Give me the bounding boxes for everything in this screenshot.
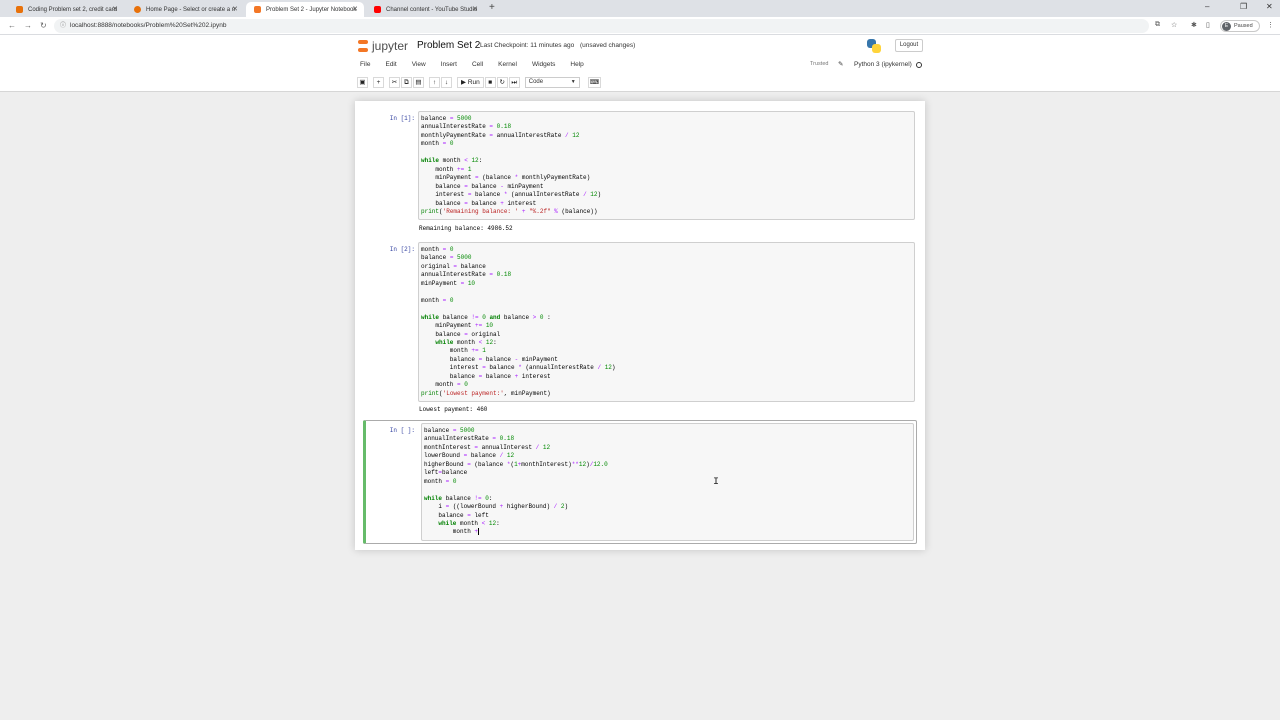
close-icon[interactable]: ✕ <box>472 5 478 13</box>
cell-type-value: Code <box>528 78 544 85</box>
cell-type-select[interactable]: Code ▼ <box>524 76 580 88</box>
side-panel-icon[interactable]: ▯ <box>1206 21 1210 29</box>
keyboard-icon[interactable]: ⌨ <box>587 76 602 88</box>
tab-title: Channel content - YouTube Studio <box>386 6 478 13</box>
menu-insert[interactable]: Insert <box>441 59 457 71</box>
code-cell-selected[interactable]: In [ ]: balance = 5000 annualInterestRat… <box>363 420 917 544</box>
logo-text: jupyter <box>372 39 409 53</box>
menu-kernel[interactable]: Kernel <box>498 59 517 71</box>
info-icon[interactable]: ⓘ <box>60 19 66 33</box>
cell-input[interactable]: month = 0 balance = 5000 original = bala… <box>418 242 915 402</box>
cell-prompt: In [2]: <box>389 246 415 253</box>
cell-prompt: In [ ]: <box>389 427 415 434</box>
notebook-container: In [1]: balance = 5000 annualInterestRat… <box>355 101 925 550</box>
code-cell[interactable]: In [1]: balance = 5000 annualInterestRat… <box>363 111 917 232</box>
reload-icon[interactable]: ↻ <box>40 21 47 30</box>
edit-mode-pencil-icon: ✎ <box>838 61 844 68</box>
chevron-down-icon: ▼ <box>570 78 576 85</box>
move-down-icon[interactable]: ↓ <box>441 76 452 88</box>
tab-title: Problem Set 2 - Jupyter Notebook <box>266 6 357 13</box>
run-icon: ▶ <box>461 78 466 86</box>
notebook-title[interactable]: Problem Set 2 <box>417 40 480 51</box>
extensions-icon[interactable]: ✱ <box>1191 21 1197 29</box>
run-label: Run <box>467 78 480 86</box>
restart-run-all-icon[interactable]: ⏭ <box>508 76 520 88</box>
new-tab-button[interactable]: + <box>489 2 495 13</box>
profile-status: Paused <box>1234 23 1253 29</box>
browser-tab[interactable]: Coding Problem set 2, credit card ✕ <box>8 2 124 17</box>
url-text: localhost:8888/notebooks/Problem%20Set%2… <box>70 22 227 29</box>
cell-code[interactable]: balance = 5000 annualInterestRate = 0.18… <box>424 427 911 537</box>
mouse-ibeam-cursor-icon: I <box>713 477 720 488</box>
close-icon[interactable]: ✕ <box>112 5 118 13</box>
close-icon[interactable]: ✕ <box>232 5 238 13</box>
close-icon[interactable]: ✕ <box>352 5 358 13</box>
cell-input[interactable]: balance = 5000 annualInterestRate = 0.18… <box>418 111 915 220</box>
maximize-icon[interactable]: ❐ <box>1240 2 1247 11</box>
jupyter-logo-icon <box>357 39 369 53</box>
insert-cell-icon[interactable]: + <box>373 76 384 88</box>
kernel-idle-indicator-icon <box>916 62 922 68</box>
browser-tab[interactable]: Home Page - Select or create a n ✕ <box>126 2 244 17</box>
text-cursor <box>478 528 480 536</box>
trusted-indicator[interactable]: Trusted <box>810 61 828 67</box>
profile-button[interactable]: E Paused <box>1220 20 1260 32</box>
menu-help[interactable]: Help <box>570 59 583 71</box>
cell-prompt: In [1]: <box>389 115 415 122</box>
cell-input[interactable]: balance = 5000 annualInterestRate = 0.18… <box>421 423 914 541</box>
browser-menu-icon[interactable]: ⋮ <box>1267 21 1274 29</box>
cell-output: Lowest payment: 460 <box>419 406 488 413</box>
tab-favicon-icon <box>254 6 261 13</box>
copy-icon[interactable]: ⧉ <box>401 76 412 88</box>
code-cell[interactable]: In [2]: month = 0 balance = 5000 origina… <box>363 242 917 414</box>
cut-icon[interactable]: ✂ <box>389 76 400 88</box>
browser-tab-bar: Coding Problem set 2, credit card ✕ Home… <box>0 0 1280 17</box>
avatar: E <box>1222 22 1231 31</box>
browser-tab-active[interactable]: Problem Set 2 - Jupyter Notebook ✕ <box>246 2 364 17</box>
jupyter-logo[interactable]: jupyter <box>357 39 408 53</box>
forward-icon[interactable]: → <box>24 21 32 30</box>
tab-favicon-icon <box>374 6 381 13</box>
bookmark-star-icon[interactable]: ☆ <box>1171 21 1177 29</box>
paste-icon[interactable]: ▤ <box>413 76 424 88</box>
run-button[interactable]: ▶ Run <box>457 76 484 88</box>
checkpoint-status: Last Checkpoint: 11 minutes ago <box>480 42 575 49</box>
restart-icon[interactable]: ↻ <box>496 76 508 88</box>
tab-favicon-icon <box>16 6 23 13</box>
address-bar-row: ← → ↻ ⓘ localhost:8888/notebooks/Problem… <box>0 17 1280 35</box>
unsaved-status: (unsaved changes) <box>580 42 636 49</box>
tab-title: Coding Problem set 2, credit card <box>28 6 118 13</box>
menu-widgets[interactable]: Widgets <box>532 59 555 71</box>
notebook-toolbar: ▣ + ✂ ⧉ ▤ ↑ ↓ ▶ Run ■ ↻ ⏭ Code ▼ ⌨ <box>357 76 602 88</box>
tab-favicon-icon <box>134 6 141 13</box>
cell-code[interactable]: month = 0 balance = 5000 original = bala… <box>421 246 912 398</box>
install-app-icon[interactable]: ⧉ <box>1155 21 1160 29</box>
browser-tab[interactable]: Channel content - YouTube Studio ✕ <box>366 2 484 17</box>
logout-button[interactable]: Logout <box>895 39 923 52</box>
python-logo-icon <box>867 39 881 53</box>
menu-cell[interactable]: Cell <box>472 59 483 71</box>
minimize-icon[interactable]: – <box>1205 2 1209 11</box>
menu-bar: File Edit View Insert Cell Kernel Widget… <box>360 59 599 71</box>
move-up-icon[interactable]: ↑ <box>429 76 440 88</box>
jupyter-header: jupyter Problem Set 2 Last Checkpoint: 1… <box>0 35 1280 92</box>
save-icon[interactable]: ▣ <box>357 76 368 88</box>
menu-file[interactable]: File <box>360 59 370 71</box>
kernel-name[interactable]: Python 3 (ipykernel) <box>854 61 912 68</box>
stop-icon[interactable]: ■ <box>484 76 496 88</box>
back-icon[interactable]: ← <box>8 21 16 30</box>
cell-output: Remaining balance: 4986.52 <box>419 225 513 232</box>
window-close-icon[interactable]: ✕ <box>1266 2 1273 11</box>
cell-code[interactable]: balance = 5000 annualInterestRate = 0.18… <box>421 115 912 216</box>
url-field[interactable]: ⓘ localhost:8888/notebooks/Problem%20Set… <box>54 19 1149 33</box>
tab-title: Home Page - Select or create a n <box>146 6 236 13</box>
menu-edit[interactable]: Edit <box>385 59 396 71</box>
menu-view[interactable]: View <box>412 59 426 71</box>
